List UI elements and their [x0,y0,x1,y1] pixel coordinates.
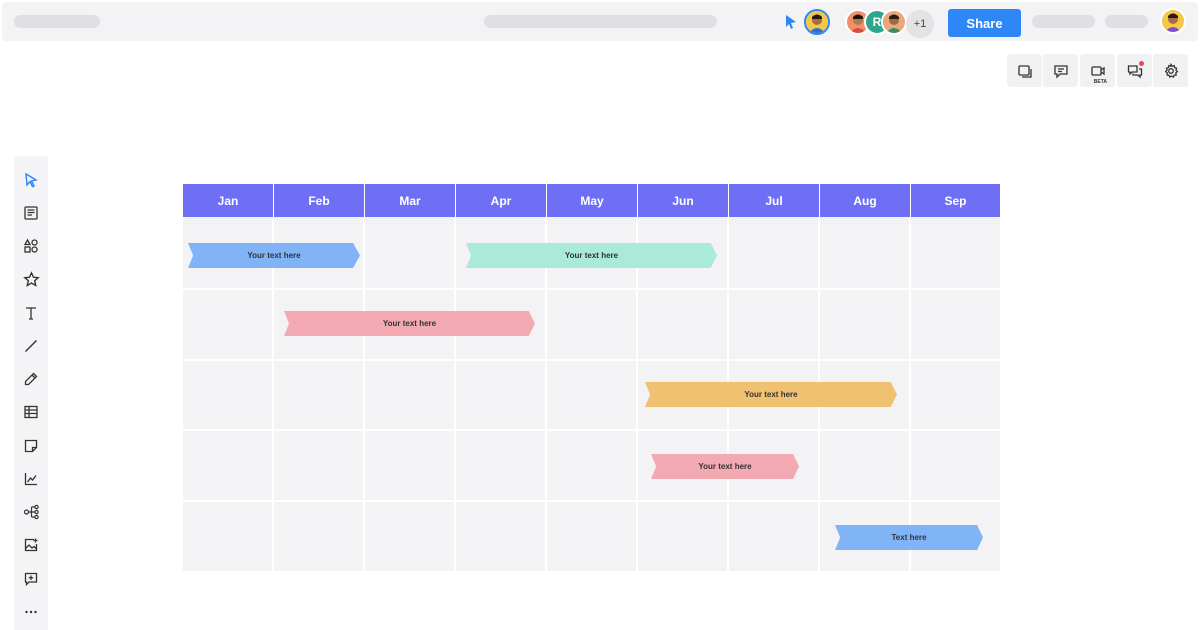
task-bar[interactable]: Your text here [284,311,535,336]
gear-icon [1164,62,1178,78]
gantt-chart[interactable]: Jan Feb Mar Apr May Jun Jul Aug Sep Your… [183,184,1000,571]
user-profile-avatar[interactable] [1160,8,1186,34]
month-cell: Jun [638,184,729,217]
shapes-icon [23,238,38,253]
pen-tool[interactable] [14,366,48,392]
text-tool[interactable] [14,300,48,326]
doc-title-placeholder[interactable] [14,15,100,28]
task-bar[interactable]: Your text here [466,243,717,268]
video-call-button[interactable]: BETA [1080,54,1115,87]
task-bar[interactable]: Text here [835,525,983,550]
month-cell: Sep [911,184,1000,217]
current-user-avatar[interactable] [804,9,830,35]
line-tool[interactable] [14,333,48,359]
task-bar[interactable]: Your text here [645,382,897,407]
task-bar-label: Your text here [698,462,752,471]
task-bar[interactable]: Your text here [188,243,360,268]
sticky-note-tool[interactable] [14,433,48,459]
chat-button[interactable] [1117,54,1152,87]
month-cell: Apr [456,184,547,217]
grid-row-divider [183,359,1000,361]
pages-button[interactable] [1007,54,1042,87]
grid-column-divider [454,217,456,571]
grid-column-divider [545,217,547,571]
cursor-icon [786,15,796,29]
grid-row-divider [183,288,1000,290]
grid-row-divider [183,429,1000,431]
menu-placeholder[interactable] [1105,15,1148,28]
month-cell: Aug [820,184,911,217]
task-bar-label: Your text here [247,251,301,260]
month-header: Jan Feb Mar Apr May Jun Jul Aug Sep [183,184,1000,217]
month-cell: May [547,184,638,217]
grid-row-divider [183,500,1000,502]
add-frame-icon [24,572,38,587]
task-bar-label: Your text here [382,319,437,328]
embed-tool[interactable] [14,566,48,592]
table-icon [24,405,38,419]
more-tools[interactable] [14,599,48,625]
star-icon [22,270,40,287]
chart-tool[interactable] [14,466,48,492]
menu-placeholder[interactable] [1032,15,1095,28]
text-icon [26,307,36,320]
top-bar: R +1 Share [2,2,1198,41]
beta-label: BETA [1093,79,1107,85]
image-icon [24,538,38,552]
comments-button[interactable] [1043,54,1078,87]
notification-dot [1139,61,1144,66]
pointer-icon [25,172,38,188]
comment-icon [1053,64,1068,79]
left-toolbar [14,156,48,630]
month-cell: Mar [365,184,456,217]
task-bar-label: Your text here [564,251,619,260]
grid-column-divider [272,217,274,571]
grid-column-divider [909,217,911,571]
month-cell: Jul [729,184,820,217]
templates-tool[interactable] [14,200,48,226]
stickers-tool[interactable] [14,266,48,292]
grid-column-divider [636,217,638,571]
task-bar[interactable]: Your text here [651,454,799,479]
pages-icon [1017,64,1032,78]
more-collaborators-badge[interactable]: +1 [906,10,934,38]
ellipsis-icon [25,610,37,614]
template-icon [24,206,38,220]
sticky-note-icon [24,439,38,453]
task-bar-label: Your text here [744,390,798,399]
table-tool[interactable] [14,399,48,425]
line-icon [25,340,37,352]
pencil-icon [24,372,38,386]
image-tool[interactable] [14,532,48,558]
settings-button[interactable] [1153,54,1188,87]
shapes-tool[interactable] [14,233,48,259]
task-bar-label: Text here [891,533,927,542]
line-chart-icon [24,473,37,486]
breadcrumb-placeholder[interactable] [484,15,717,28]
grid-column-divider [363,217,365,571]
video-camera-icon [1090,65,1105,76]
share-button[interactable]: Share [948,9,1021,37]
collaborator-avatar[interactable] [881,9,907,35]
mind-map-icon [23,504,39,520]
mind-map-tool[interactable] [14,499,48,525]
month-cell: Jan [183,184,274,217]
select-tool[interactable] [14,167,48,193]
month-cell: Feb [274,184,365,217]
